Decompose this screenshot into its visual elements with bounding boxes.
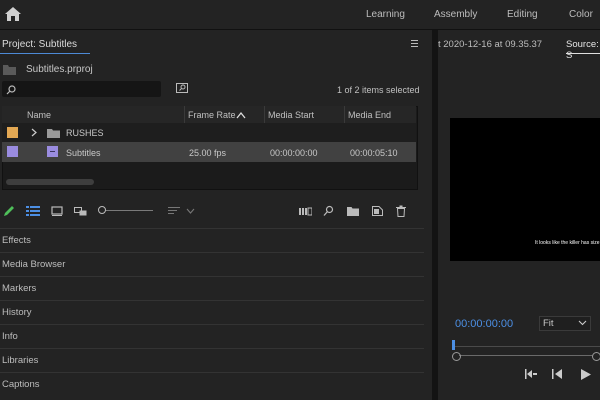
item-media-start: 00:00:00:00 xyxy=(270,148,318,158)
icon-view-icon[interactable] xyxy=(51,205,63,217)
item-media-end: 00:00:05:10 xyxy=(350,148,398,158)
sequence-icon xyxy=(47,146,58,157)
panel-libraries[interactable] xyxy=(0,348,424,372)
folder-icon xyxy=(47,129,60,138)
sort-ascending-icon[interactable] xyxy=(236,111,246,119)
active-tab-indicator xyxy=(566,53,600,54)
panel-label-history[interactable]: History xyxy=(2,307,32,318)
column-separator[interactable] xyxy=(264,106,265,123)
project-file-icon xyxy=(3,65,16,75)
panel-label-captions[interactable]: Captions xyxy=(2,379,40,390)
tab-assembly[interactable]: Assembly xyxy=(434,0,477,29)
sort-icons-icon[interactable] xyxy=(168,205,180,217)
column-header-name[interactable]: Name xyxy=(27,110,51,120)
trash-icon[interactable] xyxy=(396,205,406,217)
panel-label-effects[interactable]: Effects xyxy=(2,235,31,246)
column-header-media-end[interactable]: Media End xyxy=(348,110,391,120)
project-search-input[interactable] xyxy=(2,81,161,97)
panel-history[interactable] xyxy=(0,300,424,324)
project-panel-title[interactable]: Project: Subtitles xyxy=(2,39,77,50)
home-icon[interactable] xyxy=(4,6,22,22)
label-color-swatch[interactable] xyxy=(7,146,18,157)
find-in-bin-icon[interactable] xyxy=(176,83,188,93)
zoom-level-value: Fit xyxy=(543,318,554,329)
panel-label-media-browser[interactable]: Media Browser xyxy=(2,259,65,270)
search-icon xyxy=(6,85,16,95)
zoom-slider-handle[interactable] xyxy=(98,206,106,214)
panel-menu-icon[interactable] xyxy=(410,38,420,48)
freeform-view-icon[interactable] xyxy=(74,205,88,217)
panel-label-info[interactable]: Info xyxy=(2,331,18,342)
pencil-icon[interactable] xyxy=(3,205,15,217)
item-name[interactable]: RUSHES xyxy=(66,128,104,138)
chevron-down-icon xyxy=(578,320,587,326)
clip-timestamp-tab[interactable]: t 2020-12-16 at 09.35.37 xyxy=(438,39,542,50)
active-panel-indicator xyxy=(0,53,90,54)
column-separator[interactable] xyxy=(344,106,345,123)
label-color-swatch[interactable] xyxy=(7,127,18,138)
playhead[interactable] xyxy=(452,340,455,350)
panel-captions[interactable] xyxy=(0,372,424,396)
playhead-timecode[interactable]: 00:00:00:00 xyxy=(455,318,513,330)
chevron-right-icon[interactable] xyxy=(31,128,37,137)
panel-label-markers[interactable]: Markers xyxy=(2,283,36,294)
item-frame-rate: 25.00 fps xyxy=(189,148,227,158)
column-header-media-start[interactable]: Media Start xyxy=(268,110,314,120)
item-name[interactable]: Subtitles xyxy=(66,148,101,158)
automate-to-sequence-icon[interactable] xyxy=(299,205,312,217)
zoom-scroll-bar[interactable] xyxy=(459,355,592,356)
panel-label-libraries[interactable]: Libraries xyxy=(2,355,38,366)
time-ruler[interactable] xyxy=(454,346,600,347)
go-to-in-icon[interactable] xyxy=(525,369,537,379)
project-file-name: Subtitles.prproj xyxy=(26,64,93,75)
play-icon[interactable] xyxy=(581,369,591,380)
subtitle-overlay: It looks like the killer has size xyxy=(535,240,600,246)
panel-info[interactable] xyxy=(0,324,424,348)
step-back-icon[interactable] xyxy=(552,369,563,379)
panel-markers[interactable] xyxy=(0,276,424,300)
list-view-icon[interactable] xyxy=(26,205,40,217)
table-row[interactable] xyxy=(2,123,416,142)
new-item-icon[interactable] xyxy=(372,205,383,217)
column-header-frame-rate[interactable]: Frame Rate xyxy=(188,110,236,120)
zoom-scroll-handle-left[interactable] xyxy=(452,352,461,361)
tab-learning[interactable]: Learning xyxy=(366,0,405,29)
tab-color[interactable]: Color xyxy=(569,0,593,29)
zoom-scroll-handle-right[interactable] xyxy=(592,352,600,361)
selection-count: 1 of 2 items selected xyxy=(337,85,420,95)
horizontal-scrollbar[interactable] xyxy=(6,179,94,185)
zoom-slider-track[interactable] xyxy=(105,210,153,211)
column-separator[interactable] xyxy=(184,106,185,123)
find-icon[interactable] xyxy=(323,205,334,217)
chevron-down-icon[interactable] xyxy=(186,205,195,217)
tab-source-monitor[interactable]: Source: S xyxy=(566,39,600,61)
panel-effects[interactable] xyxy=(0,228,424,252)
tab-editing[interactable]: Editing xyxy=(507,0,538,29)
new-bin-icon[interactable] xyxy=(347,205,359,217)
